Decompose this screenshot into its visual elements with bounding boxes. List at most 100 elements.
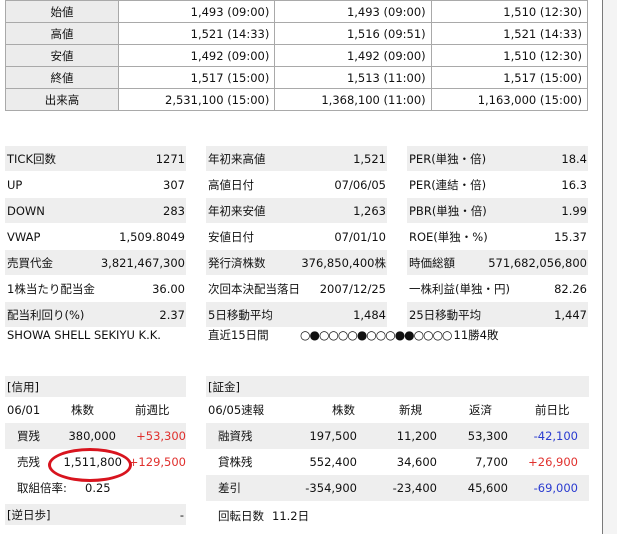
- securities-prev: -42,100: [533, 429, 578, 443]
- stat-value: 571,682,056,800: [488, 255, 587, 270]
- price-cell: 1,163,000 (15:00): [430, 88, 589, 111]
- stat-value: 1,447: [554, 307, 587, 322]
- stat-row: 安値日付 07/01/10: [206, 224, 387, 250]
- stat-value: 16.3: [561, 177, 587, 192]
- price-row-label: 安値: [5, 44, 119, 67]
- price-cell: 1,516 (09:51): [274, 22, 432, 45]
- stat-label: 25日移動平均: [409, 307, 482, 322]
- securities-title: [証金]: [206, 376, 589, 397]
- price-row: 終値 1,517 (15:00) 1,513 (11:00) 1,517 (15:00…: [5, 66, 589, 89]
- stat-value: 36.00: [152, 281, 185, 296]
- price-cell: 1,513 (11:00): [274, 66, 432, 89]
- stat-value: 1.99: [561, 203, 587, 218]
- scrollbar[interactable]: [603, 0, 617, 534]
- stat-value: 3,821,467,300: [100, 255, 185, 270]
- stat-value: 82.26: [554, 281, 587, 296]
- price-cell: 1,493 (09:00): [274, 0, 432, 23]
- securities-date: 06/05速報: [208, 403, 265, 417]
- stats-left: TICK回数 1271 UP 307 DOWN 283 VWAP 1,509.8049 売買代金…: [5, 146, 186, 328]
- credit-ratio-label: 取組倍率:: [17, 481, 67, 495]
- securities-new-header: 新規: [399, 403, 422, 417]
- stat-label: 時価総額: [409, 255, 455, 270]
- stats-mid: 年初来高値 1,521 高値日付 07/06/05 年初来安値 1,263 安値日付 07/0…: [206, 146, 387, 328]
- price-row-label: 始値: [5, 0, 119, 23]
- stat-label: 発行済株数: [208, 255, 266, 270]
- credit-header-row: 06/01 株数 前週比: [5, 397, 186, 423]
- credit-section: [信用] 06/01 株数 前週比 買残 380,000 +53,300 売残 …: [5, 376, 186, 501]
- stat-label: PER(単独・倍): [409, 151, 487, 166]
- price-cell: 1,517 (15:00): [117, 66, 276, 89]
- recent15-row: 直近15日間 ○●○○○○●○○○●●○○○○ 11勝4敗: [206, 322, 589, 348]
- reverse-hibu-row: [逆日歩] -: [5, 504, 186, 525]
- stat-label: 売買代金: [7, 255, 53, 270]
- credit-shares-header: 株数: [71, 403, 94, 417]
- credit-buy-row: 買残 380,000 +53,300: [5, 423, 186, 449]
- stat-value: 1,484: [353, 307, 386, 322]
- stat-row: PER(連結・倍) 16.3: [407, 172, 588, 198]
- stat-value: 1,509.8049: [119, 229, 185, 244]
- securities-row-label: 差引: [218, 481, 241, 495]
- credit-title: [信用]: [5, 376, 186, 397]
- price-row: 始値 1,493 (09:00) 1,493 (09:00) 1,510 (12:30…: [5, 0, 589, 23]
- reverse-value: -: [179, 507, 184, 522]
- stat-value: 376,850,400株: [301, 255, 386, 270]
- securities-row-label: 融資残: [218, 429, 253, 443]
- securities-header-row: 06/05速報 株数 新規 返済 前日比: [206, 397, 589, 423]
- price-cell: 1,517 (15:00): [430, 66, 589, 89]
- price-cell: 1,521 (14:33): [117, 22, 276, 45]
- stat-label: 一株利益(単独・円): [409, 281, 510, 296]
- stat-value: 15.37: [554, 229, 587, 244]
- reverse-label: [逆日歩]: [7, 507, 51, 522]
- credit-date: 06/01: [7, 403, 41, 417]
- stat-row: 1株当たり配当金 36.00: [5, 276, 186, 302]
- price-cell: 1,492 (09:00): [117, 44, 276, 67]
- securities-new: 11,200: [396, 429, 437, 443]
- stat-label: 1株当たり配当金: [7, 281, 95, 296]
- stats-right: PER(単独・倍) 18.4 PER(連結・倍) 16.3 PBR(単独・倍) 1.99 R…: [407, 146, 588, 328]
- securities-row: 差引 -354,900 -23,400 45,600 -69,000: [206, 475, 589, 501]
- stat-label: PBR(単独・倍): [409, 203, 487, 218]
- securities-repay-header: 返済: [469, 403, 492, 417]
- securities-prev-header: 前日比: [535, 403, 570, 417]
- stat-value: 307: [163, 177, 185, 192]
- price-cell: 1,492 (09:00): [274, 44, 432, 67]
- securities-shares: -354,900: [305, 481, 357, 495]
- price-row: 出来高 2,531,100 (15:00) 1,368,100 (11:00) 1,1…: [5, 88, 589, 111]
- stat-row: 高値日付 07/06/05: [206, 172, 387, 198]
- credit-sell-label: 売残: [17, 455, 40, 469]
- stat-label: VWAP: [7, 229, 41, 244]
- stat-label: PER(連結・倍): [409, 177, 487, 192]
- price-row-label: 出来高: [5, 88, 119, 111]
- stat-value: 1,263: [353, 203, 386, 218]
- price-table: 始値 1,493 (09:00) 1,493 (09:00) 1,510 (12:30…: [5, 0, 589, 111]
- page-frame: 始値 1,493 (09:00) 1,493 (09:00) 1,510 (12:30…: [0, 0, 602, 534]
- stat-value: 1271: [155, 151, 185, 166]
- stat-label: 次回本決配当落日: [208, 281, 300, 296]
- securities-repay: 45,600: [467, 481, 508, 495]
- stat-value: 07/06/05: [334, 177, 386, 192]
- stat-row: PBR(単独・倍) 1.99: [407, 198, 588, 224]
- stat-row: 発行済株数 376,850,400株: [206, 250, 387, 276]
- stat-label: 配当利回り(%): [7, 307, 85, 322]
- company-name-row: SHOWA SHELL SEKIYU K.K.: [5, 322, 188, 348]
- securities-prev: +26,900: [528, 455, 578, 469]
- stat-label: 安値日付: [208, 229, 254, 244]
- credit-change-header: 前週比: [135, 403, 170, 417]
- stat-row: 次回本決配当落日 2007/12/25: [206, 276, 387, 302]
- stat-row: TICK回数 1271: [5, 146, 186, 172]
- price-row-label: 終値: [5, 66, 119, 89]
- stat-label: 5日移動平均: [208, 307, 273, 322]
- securities-row: 融資残 197,500 11,200 53,300 -42,100: [206, 423, 589, 449]
- price-row-label: 高値: [5, 22, 119, 45]
- credit-buy-label: 買残: [17, 429, 40, 443]
- price-cell: 1,493 (09:00): [117, 0, 276, 23]
- securities-row: 貸株残 552,400 34,600 7,700 +26,900: [206, 449, 589, 475]
- securities-row-label: 貸株残: [218, 455, 253, 469]
- securities-repay: 7,700: [475, 455, 508, 469]
- company-name: SHOWA SHELL SEKIYU K.K.: [7, 328, 161, 342]
- securities-prev: -69,000: [533, 481, 578, 495]
- securities-section: [証金] 06/05速報 株数 新規 返済 前日比 融資残 197,500 11,2…: [206, 376, 589, 501]
- securities-shares: 552,400: [309, 455, 357, 469]
- turnover-label: 回転日数: [218, 509, 264, 523]
- recent15-marks: ○●○○○○●○○○●●○○○○: [300, 328, 453, 342]
